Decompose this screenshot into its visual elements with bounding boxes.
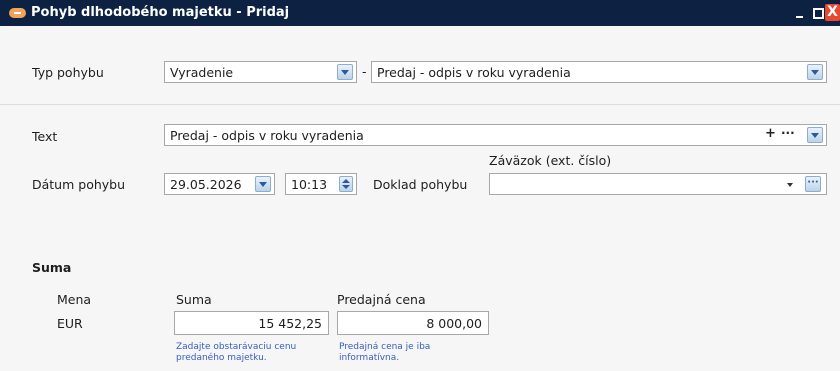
chevron-down-icon[interactable] [807, 127, 823, 143]
maximize-icon[interactable] [809, 4, 826, 21]
date-label: Dátum pohybu [32, 177, 126, 192]
document-label: Doklad pohybu [373, 177, 468, 192]
text-input[interactable]: Predaj - odpis v roku vyradenia + ··· [164, 124, 827, 146]
amount-input[interactable]: 15 452,25 [174, 311, 329, 335]
currency-value: EUR [57, 316, 83, 331]
window-title: Pohyb dlhodobého majetku - Pridaj [31, 5, 290, 20]
amount-value: 15 452,25 [258, 316, 322, 331]
movement-type-value: Vyradenie [170, 65, 234, 80]
amount-header: Suma [176, 292, 212, 307]
text-input-value: Predaj - odpis v roku vyradenia [170, 128, 364, 143]
amount-hint: Zadajte obstarávaciu cenu predaného maje… [176, 342, 297, 363]
movement-type-label: Typ pohybu [32, 65, 104, 80]
window-app-icon [9, 8, 26, 18]
close-icon[interactable]: X [825, 4, 840, 21]
movement-type-select[interactable]: Vyradenie [164, 61, 357, 83]
document-caption: Záväzok (ext. číslo) [489, 153, 612, 168]
document-input[interactable]: ··· [489, 173, 827, 195]
ellipsis-icon[interactable]: ··· [805, 176, 821, 192]
caret-down-icon[interactable] [787, 183, 793, 187]
movement-subtype-value: Predaj - odpis v roku vyradenia [377, 65, 571, 80]
sale-price-hint: Predajná cena je iba informatívna. [339, 342, 431, 363]
sale-price-input[interactable]: 8 000,00 [337, 311, 489, 335]
chevron-down-icon[interactable] [337, 64, 353, 80]
add-icon[interactable]: + [765, 126, 776, 141]
minimize-icon[interactable] [792, 4, 809, 21]
sale-price-value: 8 000,00 [426, 316, 482, 331]
time-value: 10:13 [291, 177, 328, 192]
time-spinner-icon[interactable] [339, 176, 353, 192]
chevron-down-icon[interactable] [807, 64, 823, 80]
sale-price-header: Predajná cena [337, 292, 426, 307]
movement-separator: - [362, 64, 367, 79]
calendar-dropdown-icon[interactable] [255, 176, 271, 192]
title-bar: Pohyb dlhodobého majetku - Pridaj X [0, 0, 840, 26]
asset-movement-dialog: Pohyb dlhodobého majetku - Pridaj X Typ … [0, 0, 840, 371]
movement-subtype-select[interactable]: Predaj - odpis v roku vyradenia [371, 61, 827, 83]
currency-header: Mena [57, 292, 92, 307]
divider [0, 104, 840, 105]
text-label: Text [32, 129, 58, 144]
date-value: 29.05.2026 [170, 177, 242, 192]
more-icon[interactable]: ··· [781, 126, 795, 140]
date-input[interactable]: 29.05.2026 [164, 173, 275, 195]
time-input[interactable]: 10:13 [285, 173, 357, 195]
sum-section-title: Suma [32, 260, 72, 275]
